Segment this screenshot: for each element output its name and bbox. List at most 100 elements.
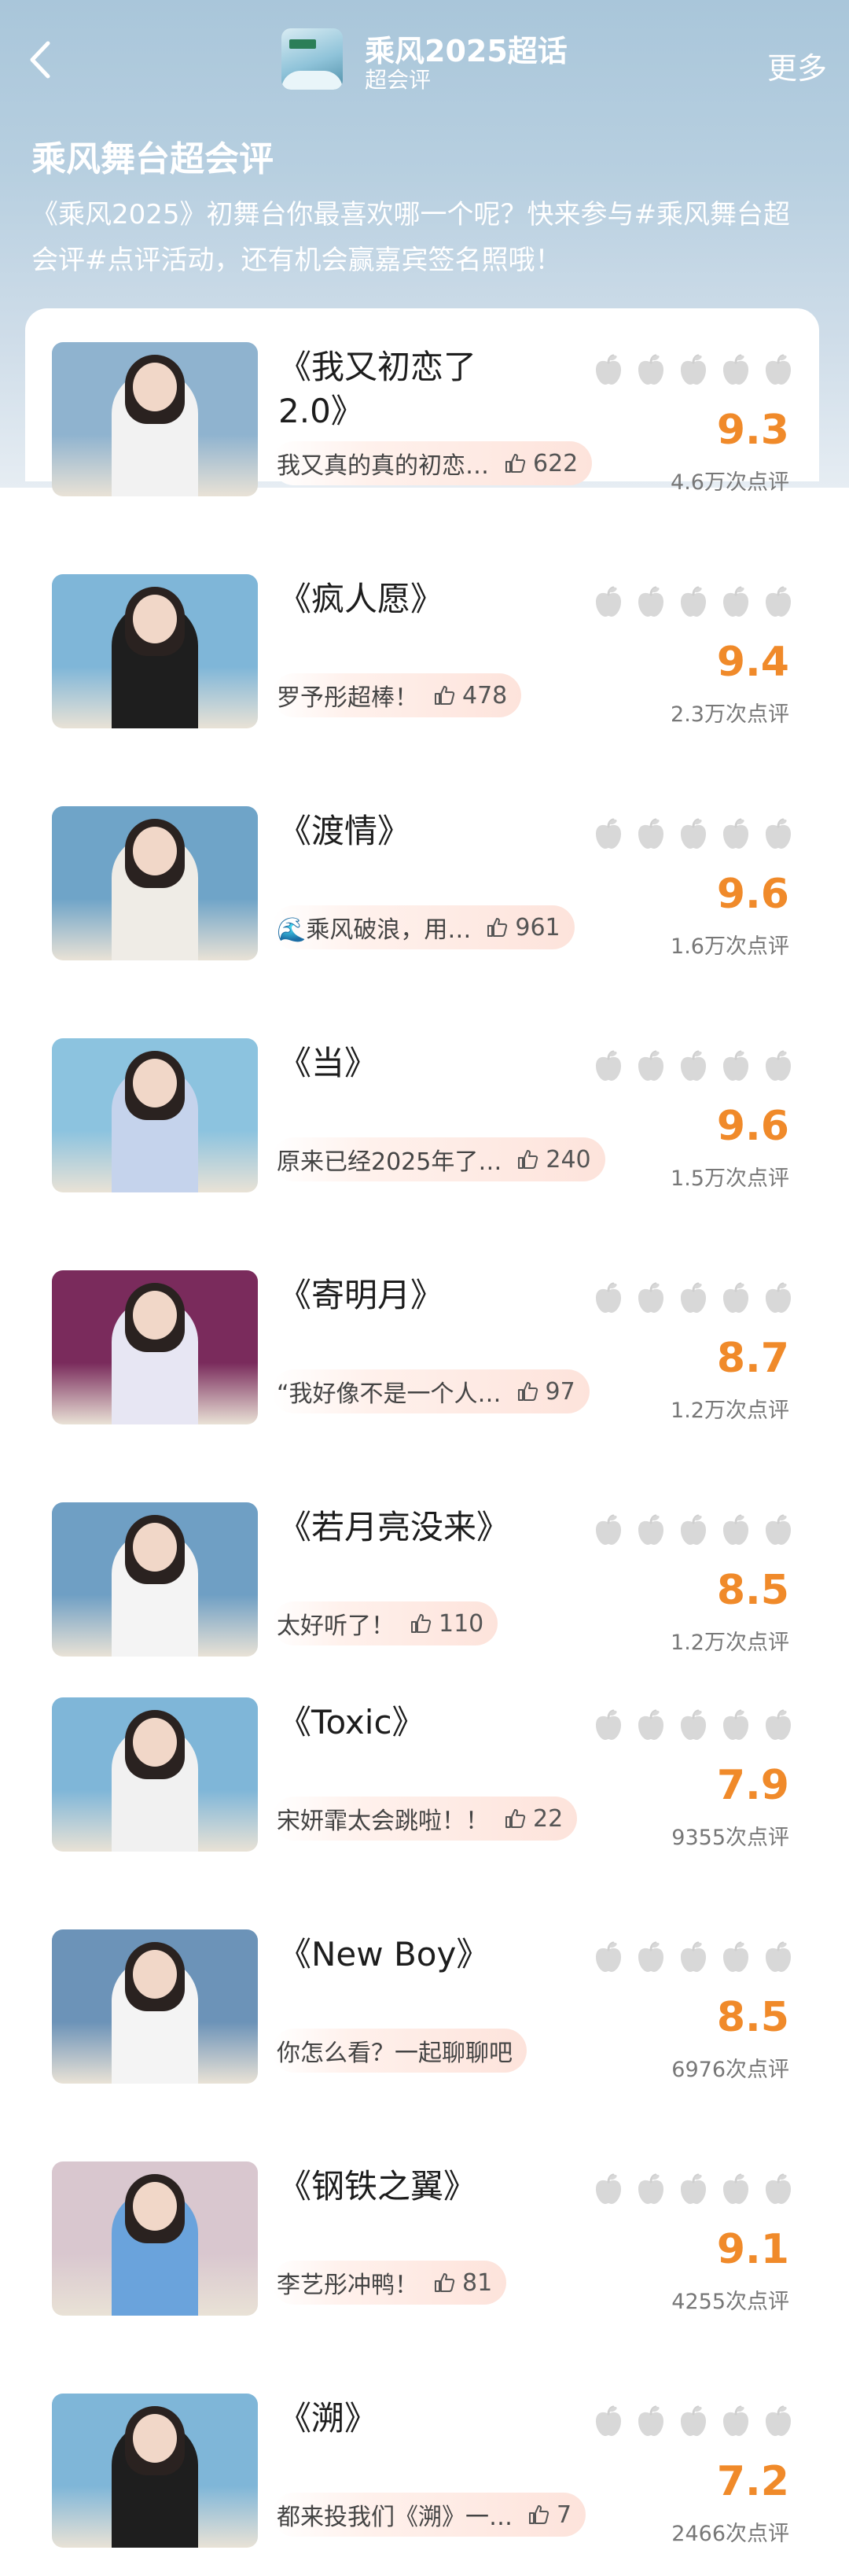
apple-rating-icon — [681, 354, 706, 385]
rating-apples[interactable] — [591, 353, 803, 388]
comment-text: 都来投我们《溯》一… — [277, 2504, 513, 2531]
song-title[interactable]: 《当》 — [278, 1041, 522, 1085]
like-button[interactable]: 81 — [432, 2269, 492, 2297]
apple-rating-icon — [596, 1050, 621, 1081]
rating-apples[interactable] — [591, 2405, 803, 2439]
song-title[interactable]: 《若月亮没来》 — [278, 1505, 522, 1550]
song-title[interactable]: 《钢铁之翼》 — [278, 2165, 522, 2209]
apple-rating-icon — [681, 818, 706, 849]
apple-rating-icon — [681, 1941, 706, 1972]
like-count: 478 — [462, 681, 508, 709]
review-count: 1.2万次点评 — [671, 1631, 789, 1655]
rating-apples[interactable] — [591, 585, 803, 620]
song-title[interactable]: 《New Boy》 — [278, 1933, 522, 1977]
rating-apples[interactable] — [591, 1708, 803, 1743]
stage-photo[interactable] — [52, 806, 258, 960]
stage-photo[interactable] — [52, 1502, 258, 1657]
stage-photo[interactable] — [52, 1929, 258, 2084]
review-item[interactable]: 《New Boy》 你怎么看？一起聊聊吧 8.5 6976次点评 — [0, 1929, 849, 2126]
stage-photo[interactable] — [52, 2161, 258, 2316]
review-item[interactable]: 《疯人愿》 罗予彤超棒！ 478 9.4 2.3万次点评 — [0, 574, 849, 771]
stage-photo[interactable] — [52, 1697, 258, 1852]
review-item[interactable]: 《当》 原来已经2025年了… 240 9.6 1.5万次点评 — [0, 1038, 849, 1235]
comment-text: 罗予彤超棒！ — [277, 684, 418, 712]
apple-rating-icon — [638, 2173, 663, 2204]
more-button[interactable]: 更多 — [767, 44, 827, 87]
apple-rating-icon — [596, 2173, 621, 2204]
like-button[interactable]: 110 — [409, 1610, 483, 1638]
topic-avatar[interactable] — [281, 28, 343, 90]
apple-rating-icon — [638, 1709, 663, 1740]
top-comment[interactable]: 你怎么看？一起聊聊吧 — [272, 2029, 527, 2073]
top-comment[interactable]: 李艺彤冲鸭！ 81 — [272, 2261, 507, 2305]
review-item[interactable]: 《渡情》 🌊乘风破浪，用… 961 9.6 1.6万次点评 — [0, 806, 849, 1003]
top-comment[interactable]: 太好听了！ 110 — [272, 1601, 498, 1645]
apple-rating-icon — [766, 1941, 791, 1972]
like-button[interactable]: 22 — [503, 1805, 563, 1833]
like-button[interactable]: 240 — [516, 1146, 591, 1174]
apple-rating-icon — [596, 1282, 621, 1313]
apple-rating-icon — [638, 818, 663, 849]
apple-rating-icon — [723, 2173, 748, 2204]
song-title[interactable]: 《寄明月》 — [278, 1273, 522, 1317]
review-item[interactable]: 《寄明月》 “我好像不是一个人… 97 8.7 1.2万次点评 — [0, 1270, 849, 1467]
score: 9.6 — [716, 871, 789, 918]
like-count: 622 — [533, 449, 579, 477]
thumbs-up-icon — [529, 2505, 549, 2524]
thumbs-up-icon — [505, 1809, 526, 1828]
like-button[interactable]: 622 — [503, 450, 578, 477]
top-comment[interactable]: 罗予彤超棒！ 478 — [272, 673, 522, 717]
comment-text: 李艺彤冲鸭！ — [277, 2272, 418, 2299]
top-comment[interactable]: 宋妍霏太会跳啦！！ 22 — [272, 1797, 578, 1841]
stage-photo[interactable] — [52, 1038, 258, 1192]
comment-text: 宋妍霏太会跳啦！！ — [277, 1808, 489, 1835]
song-title[interactable]: 《我又初恋了2.0》 — [278, 345, 522, 433]
review-item[interactable]: 《溯》 都来投我们《溯》一… 7 7.2 2466次点评 — [0, 2394, 849, 2576]
rating-apples[interactable] — [591, 1940, 803, 1975]
rating-apples[interactable] — [591, 2172, 803, 2207]
apple-rating-icon — [766, 1709, 791, 1740]
stage-photo[interactable] — [52, 2394, 258, 2548]
top-comment[interactable]: 原来已经2025年了… 240 — [272, 1137, 605, 1181]
review-item[interactable]: 《Toxic》 宋妍霏太会跳啦！！ 22 7.9 9355次点评 — [0, 1697, 849, 1894]
comment-text: 我又真的真的初恋… — [277, 452, 489, 480]
chevron-left-icon — [30, 41, 50, 79]
review-count: 1.6万次点评 — [671, 934, 789, 959]
apple-rating-icon — [638, 1282, 663, 1313]
apple-rating-icon — [723, 1282, 748, 1313]
thumbs-up-icon — [435, 686, 455, 705]
like-button[interactable]: 961 — [485, 914, 560, 942]
like-button[interactable]: 97 — [516, 1378, 575, 1406]
thumbs-up-icon — [518, 1150, 538, 1169]
review-item[interactable]: 《若月亮没来》太好听了！ 110 8.5 1.2万次点评 — [0, 1502, 849, 1699]
back-button[interactable] — [20, 35, 58, 85]
page-heading: 乘风舞台超会评 — [31, 139, 274, 179]
review-item[interactable]: 《我又初恋了2.0》 我又真的真的初恋… 622 9.3 4.6万次点评 — [0, 342, 849, 539]
song-title[interactable]: 《渡情》 — [278, 809, 522, 853]
rating-apples[interactable] — [591, 1513, 803, 1548]
song-title[interactable]: 《Toxic》 — [278, 1701, 522, 1745]
top-comment[interactable]: 🌊乘风破浪，用… 961 — [272, 905, 575, 949]
song-title[interactable]: 《疯人愿》 — [278, 577, 522, 621]
apple-rating-icon — [766, 586, 791, 617]
apple-rating-icon — [766, 1282, 791, 1313]
top-comment[interactable]: 都来投我们《溯》一… 7 — [272, 2493, 586, 2537]
stage-photo[interactable] — [52, 1270, 258, 1424]
review-count: 2.3万次点评 — [671, 702, 789, 727]
like-button[interactable]: 478 — [432, 682, 507, 709]
like-count: 110 — [439, 1609, 484, 1638]
stage-photo[interactable] — [52, 574, 258, 728]
rating-apples[interactable] — [591, 1049, 803, 1084]
rating-apples[interactable] — [591, 1281, 803, 1316]
review-item[interactable]: 《钢铁之翼》 李艺彤冲鸭！ 81 9.1 4255次点评 — [0, 2161, 849, 2358]
stage-photo[interactable] — [52, 342, 258, 496]
top-comment[interactable]: “我好像不是一个人… 97 — [272, 1369, 590, 1413]
score: 8.5 — [716, 1567, 789, 1614]
like-button[interactable]: 7 — [527, 2501, 572, 2529]
comment-text: 🌊乘风破浪，用… — [277, 916, 472, 944]
top-comment[interactable]: 我又真的真的初恋… 622 — [272, 441, 593, 485]
rating-apples[interactable] — [591, 817, 803, 852]
like-count: 961 — [515, 913, 560, 942]
apple-rating-icon — [681, 1514, 706, 1545]
song-title[interactable]: 《溯》 — [278, 2397, 522, 2441]
